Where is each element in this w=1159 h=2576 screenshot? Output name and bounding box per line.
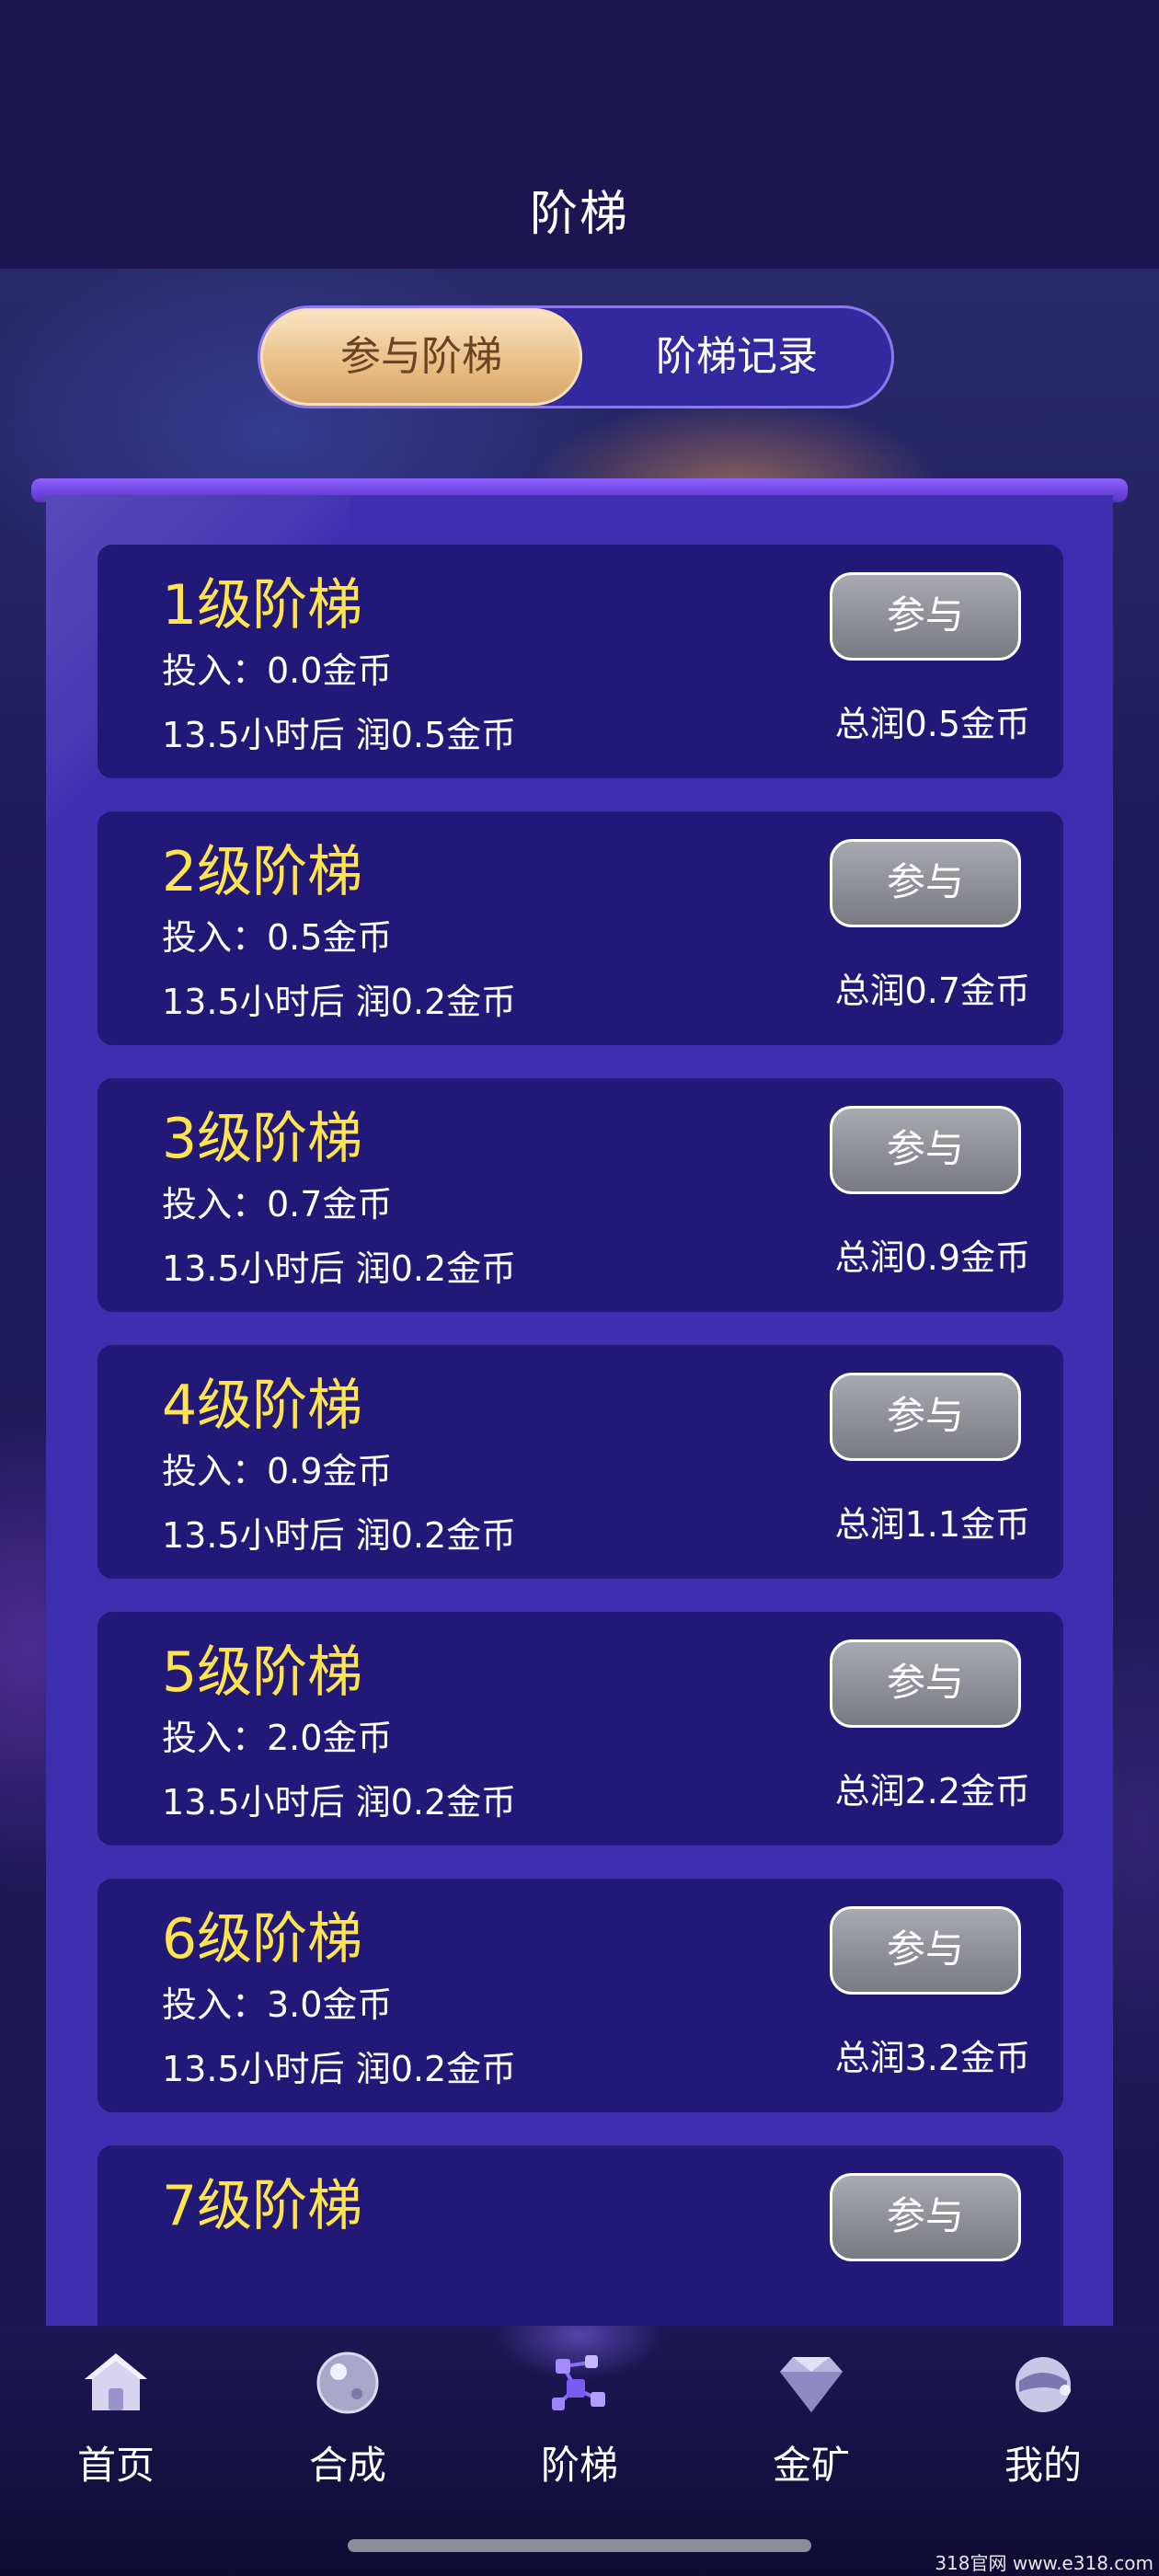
watermark: 318官网 www.e318.com	[935, 2552, 1153, 2574]
ladder-title: 2级阶梯	[162, 840, 363, 904]
join-button[interactable]: 参与	[830, 839, 1021, 927]
ladder-total-profit: 总润0.9金币	[834, 1237, 1030, 1278]
ladder-title: 5级阶梯	[162, 1640, 363, 1705]
ladder-title: 4级阶梯	[162, 1374, 363, 1438]
join-button[interactable]: 参与	[830, 1373, 1021, 1461]
ladder-invest: 投入：0.0金币	[162, 650, 393, 691]
join-button[interactable]: 参与	[830, 1106, 1021, 1194]
ladder-card: 3级阶梯 投入：0.7金币 13.5小时后 润0.2金币 总润0.9金币 参与	[98, 1078, 1063, 1312]
ladder-total-profit: 总润2.2金币	[834, 1771, 1030, 1811]
ladder-card: 5级阶梯 投入：2.0金币 13.5小时后 润0.2金币 总润2.2金币 参与	[98, 1612, 1063, 1846]
join-button[interactable]: 参与	[830, 2173, 1021, 2261]
ladder-profit: 13.5小时后 润0.5金币	[162, 715, 517, 755]
diamond-icon	[780, 2357, 843, 2412]
ladder-invest: 投入：2.0金币	[162, 1718, 393, 1758]
cubes-icon	[552, 2355, 605, 2410]
ladder-profit: 13.5小时后 润0.2金币	[162, 2049, 517, 2089]
header-bar: 阶梯	[0, 0, 1159, 269]
ladder-list[interactable]: 1级阶梯 投入：0.0金币 13.5小时后 润0.5金币 总润0.5金币 参与 …	[98, 545, 1063, 2326]
ladder-invest: 投入：0.7金币	[162, 1184, 393, 1225]
nav-label: 阶梯	[540, 2443, 618, 2488]
ladder-title: 6级阶梯	[162, 1907, 363, 1972]
ladder-invest: 投入：0.5金币	[162, 917, 393, 958]
ladder-total-profit: 总润0.7金币	[834, 971, 1030, 1011]
ladder-card: 6级阶梯 投入：3.0金币 13.5小时后 润0.2金币 总润3.2金币 参与	[98, 1879, 1063, 2112]
join-button[interactable]: 参与	[830, 572, 1021, 661]
ladder-profit: 13.5小时后 润0.2金币	[162, 982, 517, 1022]
nav-compose[interactable]: 合成	[232, 2326, 464, 2537]
tab-ladder-records[interactable]: 阶梯记录	[582, 308, 891, 406]
ladder-total-profit: 总润0.5金币	[834, 704, 1030, 744]
nav-home[interactable]: 首页	[0, 2326, 232, 2537]
ladder-profit: 13.5小时后 润0.2金币	[162, 1515, 517, 1556]
tab-switch: 参与阶梯 阶梯记录	[258, 305, 894, 408]
home-indicator	[348, 2539, 811, 2552]
ladder-title: 1级阶梯	[162, 573, 363, 638]
ladder-total-profit: 总润1.1金币	[834, 1504, 1030, 1545]
ladder-title: 7级阶梯	[162, 2174, 363, 2238]
nav-label: 金矿	[772, 2443, 850, 2488]
nav-label: 合成	[308, 2443, 386, 2488]
tab-join-ladder[interactable]: 参与阶梯	[260, 308, 582, 406]
ladder-card: 4级阶梯 投入：0.9金币 13.5小时后 润0.2金币 总润1.1金币 参与	[98, 1345, 1063, 1579]
nav-mine[interactable]: 我的	[927, 2326, 1159, 2537]
ladder-card: 1级阶梯 投入：0.0金币 13.5小时后 润0.5金币 总润0.5金币 参与	[98, 545, 1063, 778]
page-title: 阶梯	[529, 187, 629, 242]
join-button[interactable]: 参与	[830, 1639, 1021, 1728]
nav-label: 首页	[76, 2443, 155, 2488]
home-icon	[85, 2353, 147, 2410]
helmet-icon	[1016, 2357, 1071, 2412]
ladder-profit: 13.5小时后 润0.2金币	[162, 1248, 517, 1289]
ladder-profit: 13.5小时后 润0.2金币	[162, 1782, 517, 1823]
ladder-title: 3级阶梯	[162, 1107, 363, 1171]
orb-icon	[316, 2352, 379, 2414]
nav-goldmine[interactable]: 金矿	[695, 2326, 927, 2537]
ladder-invest: 投入：0.9金币	[162, 1451, 393, 1491]
ladder-card: 7级阶梯 参与	[98, 2145, 1063, 2326]
ladder-card: 2级阶梯 投入：0.5金币 13.5小时后 润0.2金币 总润0.7金币 参与	[98, 811, 1063, 1045]
ladder-panel: 1级阶梯 投入：0.0金币 13.5小时后 润0.5金币 总润0.5金币 参与 …	[46, 495, 1113, 2326]
nav-ladder[interactable]: 阶梯	[464, 2326, 695, 2537]
join-button[interactable]: 参与	[830, 1906, 1021, 1995]
nav-label: 我的	[1004, 2443, 1082, 2488]
ladder-total-profit: 总润3.2金币	[834, 2038, 1030, 2078]
ladder-invest: 投入：3.0金币	[162, 1984, 393, 2025]
